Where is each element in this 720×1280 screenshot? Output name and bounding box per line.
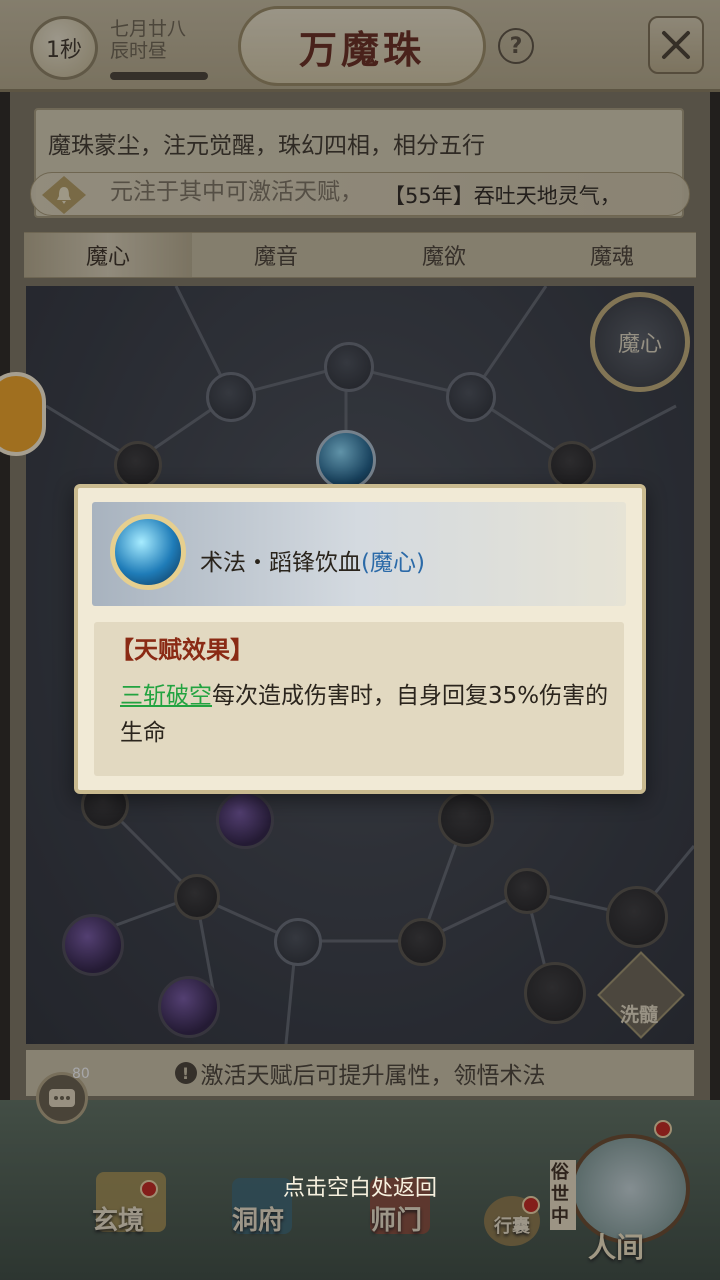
skill-icon: [110, 514, 186, 590]
skill-name-text: 术法・蹈锋饮血: [200, 550, 361, 576]
effect-link[interactable]: 三斩破空: [120, 683, 212, 709]
skill-tag: (魔心): [361, 550, 425, 576]
tap-to-return-hint: 点击空白处返回: [282, 1176, 437, 1201]
effect-title: 【天赋效果】: [110, 635, 254, 664]
skill-name: 术法・蹈锋饮血(魔心): [200, 543, 425, 577]
effect-description: 三斩破空每次造成伤害时，自身回复35%伤害的生命: [120, 678, 610, 752]
